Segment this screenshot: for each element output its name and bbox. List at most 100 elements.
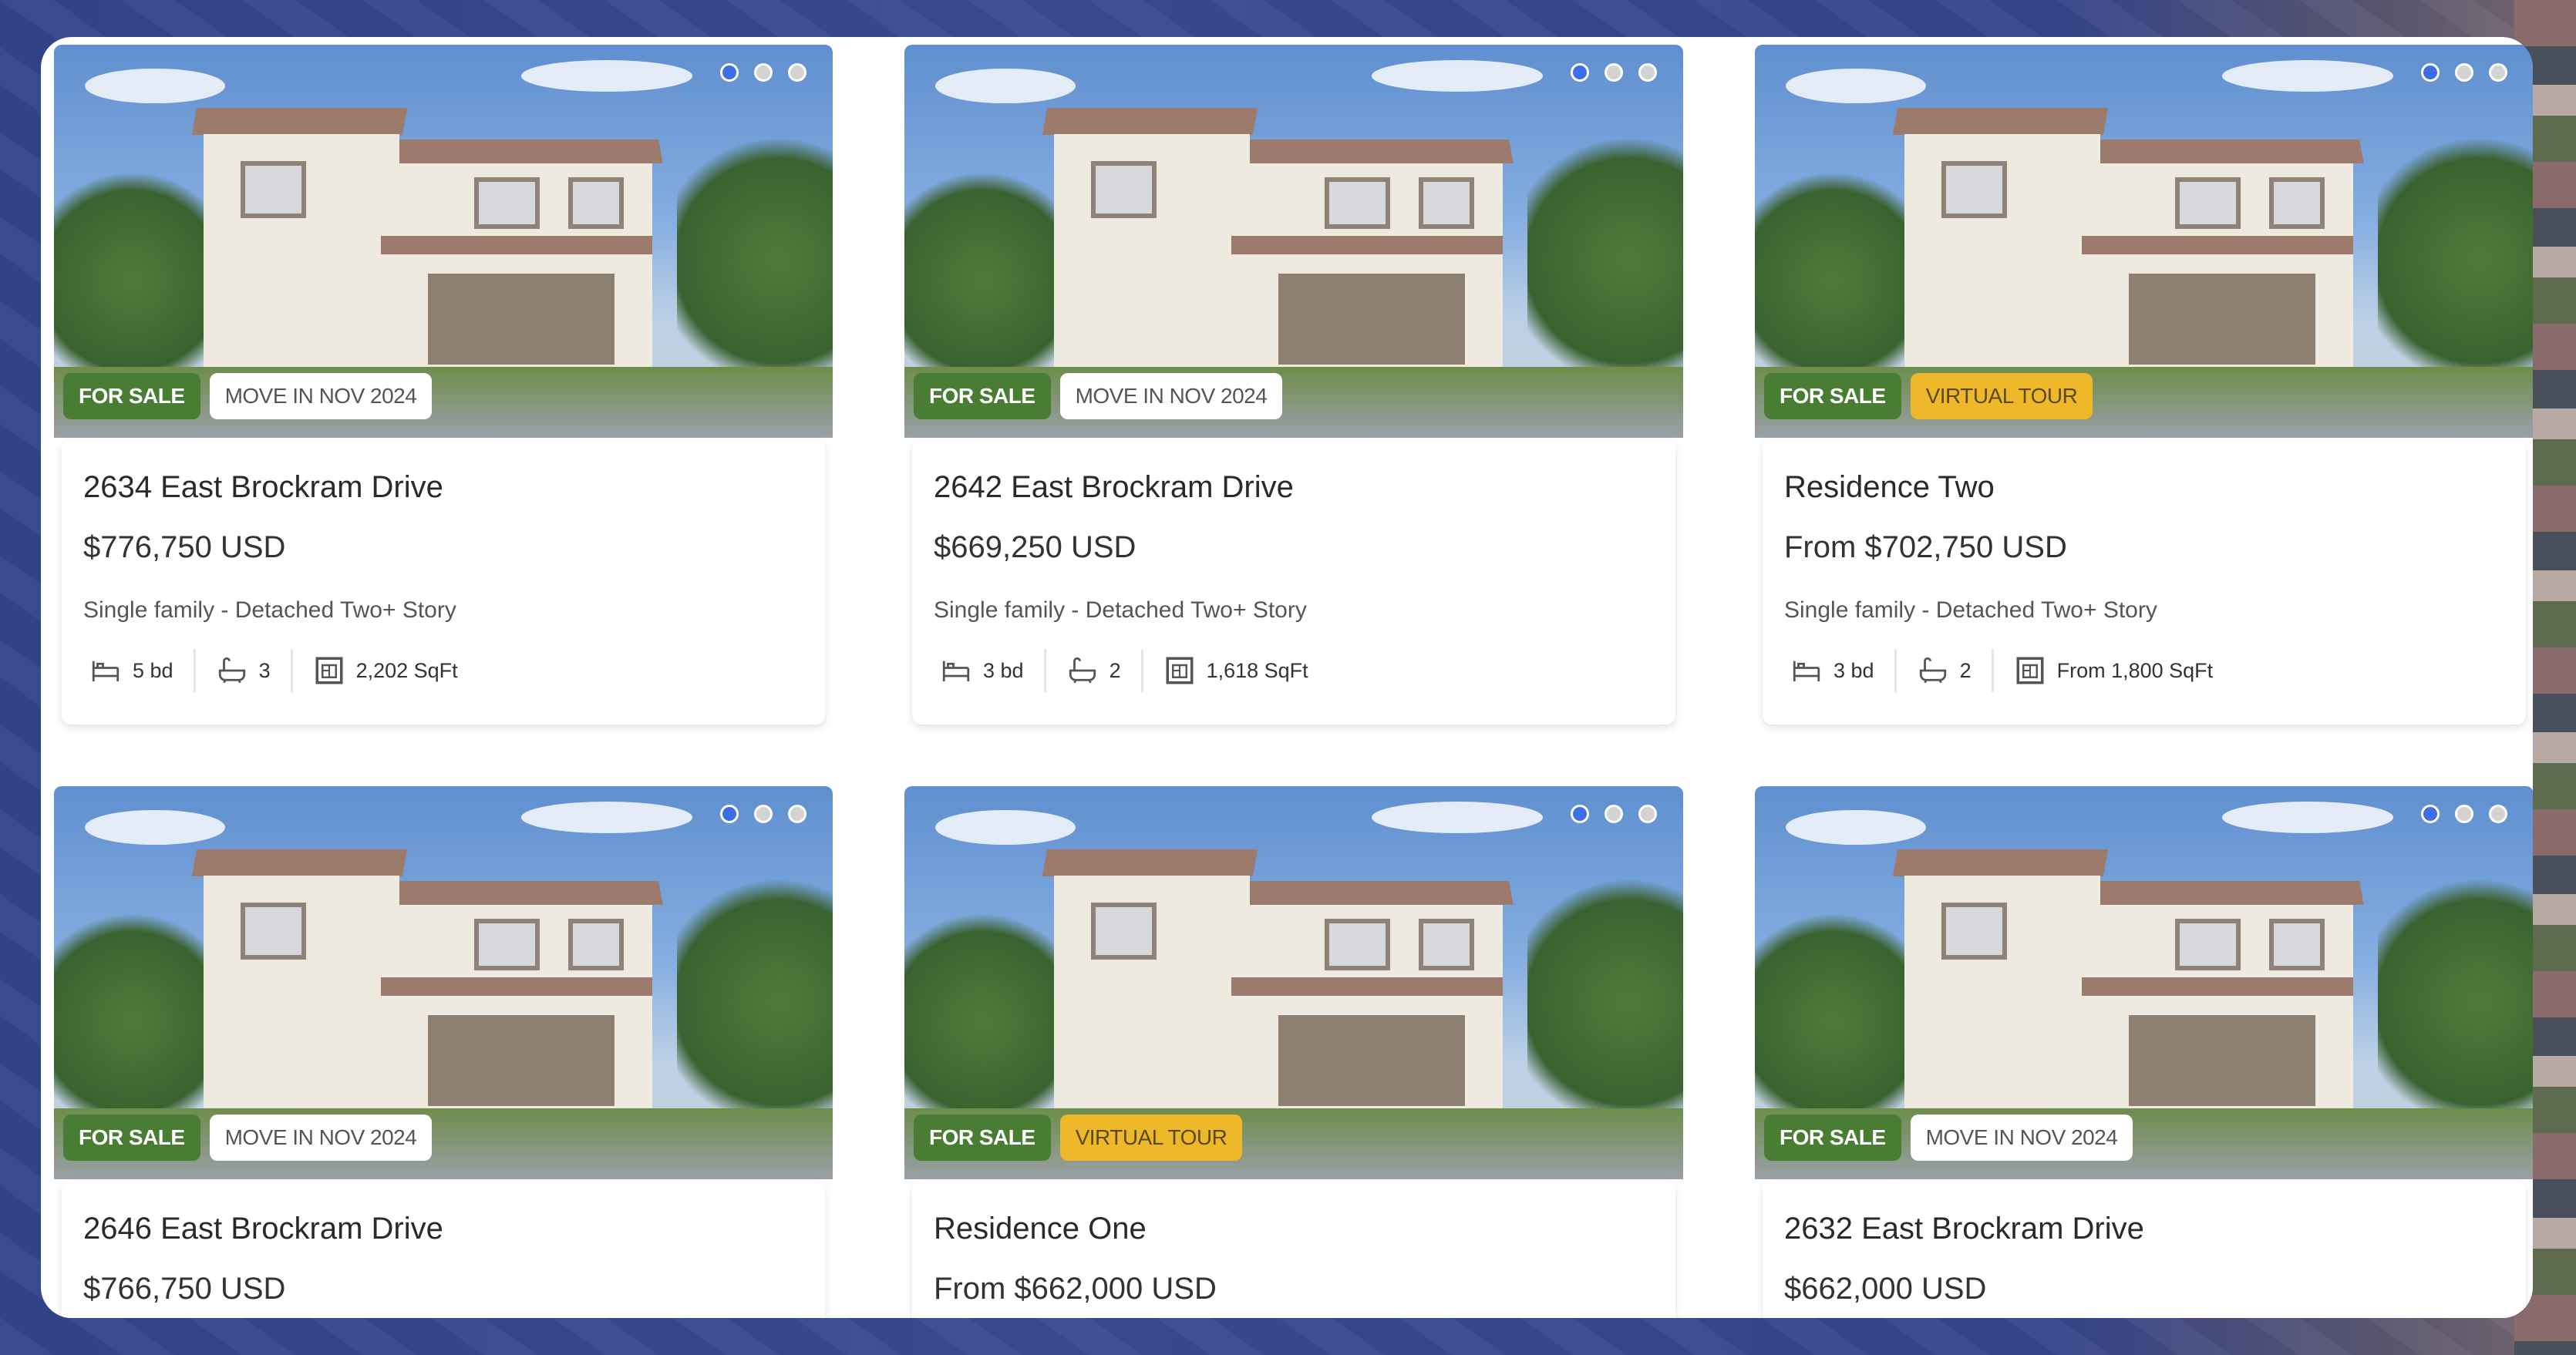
house-illustration [191, 849, 664, 1117]
carousel-dot[interactable] [2421, 805, 2440, 823]
listing-photo[interactable]: FOR SALE VIRTUAL TOUR [904, 786, 1683, 1179]
carousel-dot[interactable] [788, 805, 806, 823]
listing-title[interactable]: 2632 East Brockram Drive [1784, 1212, 2144, 1246]
listing-photo[interactable]: FOR SALE MOVE IN NOV 2024 [54, 786, 833, 1179]
for-sale-badge: FOR SALE [914, 1115, 1051, 1161]
bed-icon [942, 661, 970, 681]
carousel-dot[interactable] [1638, 805, 1657, 823]
for-sale-badge: FOR SALE [1764, 1115, 1901, 1161]
sqft-spec: 2,202 SqFt [293, 649, 478, 692]
listing-photo[interactable]: FOR SALE MOVE IN NOV 2024 [904, 45, 1683, 438]
carousel-dots[interactable] [1571, 63, 1657, 82]
carousel-dot[interactable] [2455, 805, 2473, 823]
listing-title[interactable]: 2642 East Brockram Drive [934, 470, 1294, 505]
baths-value: 2 [1959, 658, 1972, 682]
carousel-dot[interactable] [720, 805, 739, 823]
carousel-dots[interactable] [720, 63, 806, 82]
baths-value: 2 [1109, 658, 1121, 682]
listing-photo[interactable]: FOR SALE VIRTUAL TOUR [1755, 45, 2533, 438]
carousel-dots[interactable] [2421, 63, 2507, 82]
carousel-dot[interactable] [1638, 63, 1657, 82]
carousel-dot[interactable] [720, 63, 739, 82]
listing-price: $776,750 USD [83, 530, 286, 564]
carousel-dot[interactable] [1605, 63, 1623, 82]
listing-details[interactable]: 2642 East Brockram Drive $669,250 USD Si… [912, 439, 1675, 725]
house-illustration [1892, 107, 2365, 375]
for-sale-badge: FOR SALE [914, 373, 1051, 419]
listings-panel: FOR SALE MOVE IN NOV 2024 2634 East Broc… [41, 37, 2533, 1318]
carousel-dot[interactable] [788, 63, 806, 82]
listing-photo[interactable]: FOR SALE MOVE IN NOV 2024 [1755, 786, 2533, 1179]
sqft-value: From 1,800 SqFt [2056, 658, 2214, 682]
listing-specs: 3 bd 2 1,618 SqFt [934, 649, 1328, 692]
carousel-dot[interactable] [1605, 805, 1623, 823]
carousel-dot[interactable] [754, 63, 773, 82]
listing-price: $766,750 USD [83, 1272, 286, 1306]
move-in-badge[interactable]: MOVE IN NOV 2024 [209, 373, 433, 419]
floorplan-icon [315, 657, 343, 684]
sqft-spec: From 1,800 SqFt [1994, 649, 2234, 692]
listing-details[interactable]: 2634 East Brockram Drive $776,750 USD Si… [62, 439, 825, 725]
listing-price: From $662,000 USD [934, 1272, 1217, 1306]
for-sale-badge: FOR SALE [1764, 373, 1901, 419]
house-illustration [1892, 849, 2365, 1117]
floorplan-icon [2016, 657, 2044, 684]
beds-value: 5 bd [133, 658, 173, 682]
listing-details[interactable]: Residence One From $662,000 USD [912, 1181, 1675, 1318]
bed-icon [92, 661, 120, 681]
baths-value: 3 [258, 658, 271, 682]
listing-specs: 3 bd 2 From 1,800 SqFt [1784, 649, 2233, 692]
house-illustration [1042, 107, 1514, 375]
listing-details[interactable]: 2646 East Brockram Drive $766,750 USD [62, 1181, 825, 1318]
carousel-dots[interactable] [2421, 805, 2507, 823]
bed-icon [1793, 661, 1820, 681]
carousel-dot[interactable] [1571, 805, 1589, 823]
beds-spec: 3 bd [1784, 649, 1894, 692]
listing-price: $662,000 USD [1784, 1272, 1987, 1306]
move-in-badge[interactable]: MOVE IN NOV 2024 [1910, 1115, 2133, 1161]
house-illustration [191, 107, 664, 375]
carousel-dot[interactable] [754, 805, 773, 823]
sqft-value: 1,618 SqFt [1206, 658, 1308, 682]
carousel-dot[interactable] [1571, 63, 1589, 82]
listing-specs: 5 bd 3 2,202 SqFt [83, 649, 478, 692]
listing-title[interactable]: Residence One [934, 1212, 1147, 1246]
baths-spec: 2 [1897, 649, 1992, 692]
listing-photo[interactable]: FOR SALE MOVE IN NOV 2024 [54, 45, 833, 438]
listing-price: From $702,750 USD [1784, 530, 2067, 564]
floorplan-icon [1166, 657, 1194, 684]
listing-details[interactable]: Residence Two From $702,750 USD Single f… [1763, 439, 2526, 725]
beds-spec: 5 bd [83, 649, 194, 692]
listing-title[interactable]: 2634 East Brockram Drive [83, 470, 443, 505]
carousel-dots[interactable] [1571, 805, 1657, 823]
bathtub-icon [1919, 657, 1946, 684]
bathtub-icon [1069, 657, 1096, 684]
house-illustration [1042, 849, 1514, 1117]
listing-details[interactable]: 2632 East Brockram Drive $662,000 USD [1763, 1181, 2526, 1318]
move-in-badge[interactable]: MOVE IN NOV 2024 [209, 1115, 433, 1161]
carousel-dot[interactable] [2421, 63, 2440, 82]
sqft-value: 2,202 SqFt [355, 658, 458, 682]
beds-spec: 3 bd [934, 649, 1044, 692]
carousel-dots[interactable] [720, 805, 806, 823]
listing-type: Single family - Detached Two+ Story [934, 597, 1307, 623]
listing-type: Single family - Detached Two+ Story [83, 597, 456, 623]
virtual-tour-badge[interactable]: VIRTUAL TOUR [1910, 373, 2093, 419]
move-in-badge[interactable]: MOVE IN NOV 2024 [1059, 373, 1283, 419]
listing-price: $669,250 USD [934, 530, 1136, 564]
for-sale-badge: FOR SALE [63, 1115, 200, 1161]
beds-value: 3 bd [1834, 658, 1874, 682]
sqft-spec: 1,618 SqFt [1143, 649, 1328, 692]
beds-value: 3 bd [983, 658, 1024, 682]
virtual-tour-badge[interactable]: VIRTUAL TOUR [1059, 1115, 1243, 1161]
baths-spec: 3 [196, 649, 291, 692]
carousel-dot[interactable] [2489, 805, 2507, 823]
carousel-dot[interactable] [2455, 63, 2473, 82]
baths-spec: 2 [1046, 649, 1141, 692]
listing-title[interactable]: 2646 East Brockram Drive [83, 1212, 443, 1246]
bathtub-icon [218, 657, 245, 684]
listing-title[interactable]: Residence Two [1784, 470, 1995, 505]
for-sale-badge: FOR SALE [63, 373, 200, 419]
listing-type: Single family - Detached Two+ Story [1784, 597, 2157, 623]
carousel-dot[interactable] [2489, 63, 2507, 82]
